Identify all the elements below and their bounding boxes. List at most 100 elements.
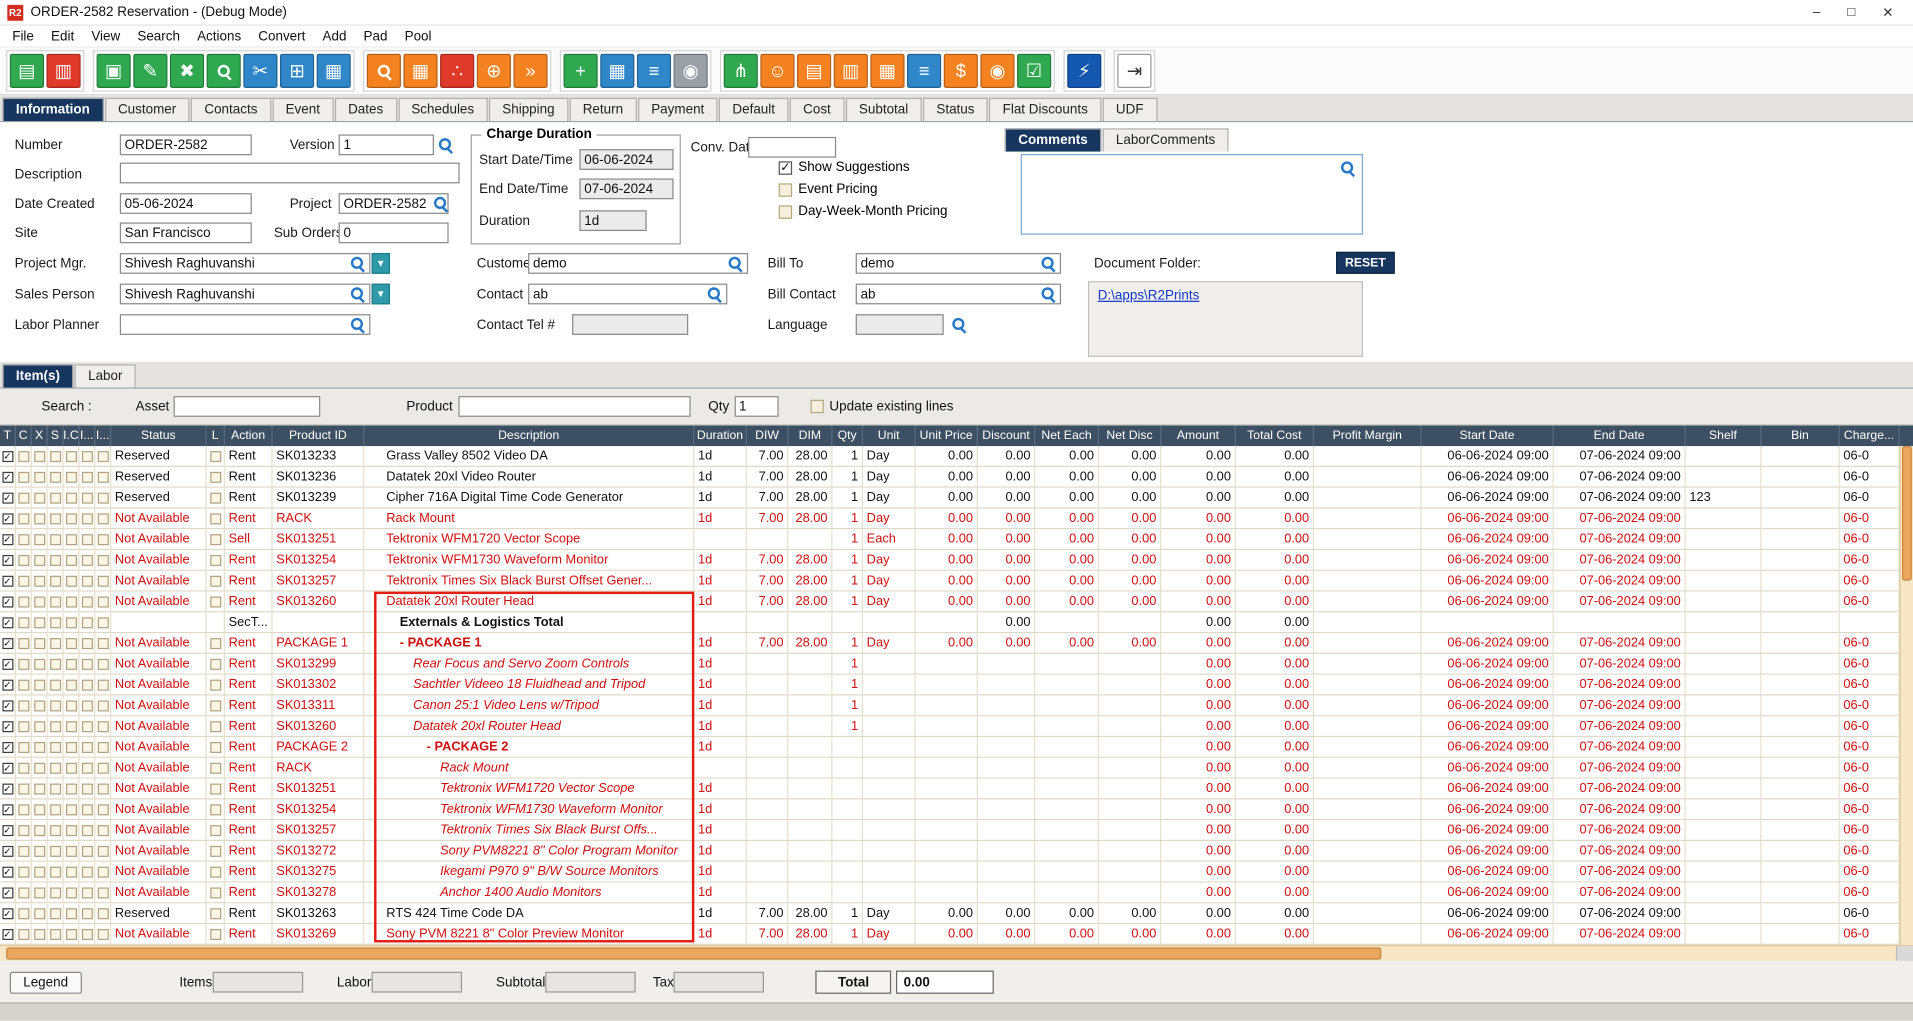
- row-checkbox[interactable]: ✓: [2, 679, 13, 690]
- row-checkbox[interactable]: [65, 700, 76, 711]
- column-header-product-id[interactable]: Product ID: [273, 425, 365, 446]
- row-checkbox[interactable]: [34, 762, 45, 773]
- row-checkbox[interactable]: [34, 804, 45, 815]
- row-checkbox[interactable]: [81, 908, 92, 919]
- table-row[interactable]: ✓Not AvailableRentSK013269Sony PVM 8221 …: [0, 924, 1913, 945]
- checkbox-event-pricing[interactable]: [779, 183, 792, 196]
- row-checkbox[interactable]: [81, 783, 92, 794]
- version-field[interactable]: 1: [339, 134, 434, 155]
- legend-button[interactable]: Legend: [10, 971, 82, 993]
- table-row[interactable]: ✓Not AvailableRentSK013278Anchor 1400 Au…: [0, 883, 1913, 904]
- row-checkbox[interactable]: [97, 908, 108, 919]
- tab-shipping[interactable]: Shipping: [489, 98, 568, 121]
- project-search-icon[interactable]: [433, 196, 449, 212]
- row-checkbox[interactable]: [50, 700, 61, 711]
- row-checkbox[interactable]: [97, 804, 108, 815]
- option-show-suggestions[interactable]: ✓Show Suggestions: [779, 159, 948, 176]
- row-checkbox[interactable]: [50, 908, 61, 919]
- row-checkbox[interactable]: [65, 783, 76, 794]
- row-checkbox[interactable]: [97, 928, 108, 939]
- row-checkbox[interactable]: [34, 554, 45, 565]
- column-header-qty[interactable]: Qty: [832, 425, 863, 446]
- qty-input[interactable]: 1: [734, 396, 778, 417]
- row-checkbox[interactable]: [18, 471, 29, 482]
- column-header-i[interactable]: I...: [95, 425, 111, 446]
- column-header-net-disc[interactable]: Net Disc: [1099, 425, 1161, 446]
- tab-laborcomments[interactable]: LaborComments: [1102, 128, 1228, 151]
- language-field[interactable]: [856, 314, 944, 335]
- column-header-net-each[interactable]: Net Each: [1035, 425, 1099, 446]
- row-checkbox[interactable]: [34, 658, 45, 669]
- row-checkbox[interactable]: [97, 575, 108, 586]
- row-checkbox[interactable]: [50, 783, 61, 794]
- row-checkbox[interactable]: [18, 554, 29, 565]
- row-checkbox[interactable]: [50, 492, 61, 503]
- row-checkbox[interactable]: [65, 804, 76, 815]
- row-checkbox[interactable]: [34, 492, 45, 503]
- print-icon[interactable]: ▥: [46, 54, 80, 88]
- row-checkbox[interactable]: [81, 845, 92, 856]
- row-checkbox[interactable]: [210, 741, 221, 752]
- row-checkbox[interactable]: [34, 513, 45, 524]
- row-checkbox[interactable]: [210, 679, 221, 690]
- row-checkbox[interactable]: ✓: [2, 534, 13, 545]
- row-checkbox[interactable]: [210, 700, 221, 711]
- row-checkbox[interactable]: [50, 866, 61, 877]
- row-checkbox[interactable]: [18, 845, 29, 856]
- checklist-icon[interactable]: ☑: [1017, 54, 1051, 88]
- sales-person-dropdown-icon[interactable]: ▼: [372, 284, 390, 305]
- row-checkbox[interactable]: [65, 928, 76, 939]
- find-product-icon[interactable]: [367, 54, 401, 88]
- row-checkbox[interactable]: [50, 741, 61, 752]
- row-checkbox[interactable]: ✓: [2, 700, 13, 711]
- comments-textarea[interactable]: [1021, 154, 1363, 235]
- row-checkbox[interactable]: [97, 492, 108, 503]
- row-checkbox[interactable]: [34, 845, 45, 856]
- vertical-scrollbar-thumb[interactable]: [1902, 446, 1912, 580]
- maximize-icon[interactable]: □: [1847, 4, 1855, 20]
- row-checkbox[interactable]: [81, 741, 92, 752]
- row-checkbox[interactable]: [97, 721, 108, 732]
- project-mgr-field[interactable]: Shivesh Raghuvanshi: [120, 253, 371, 274]
- memo-icon[interactable]: ▥: [834, 54, 868, 88]
- row-checkbox[interactable]: [81, 658, 92, 669]
- grid-view-icon[interactable]: ▦: [600, 54, 634, 88]
- row-checkbox[interactable]: [34, 887, 45, 898]
- row-checkbox[interactable]: [210, 658, 221, 669]
- row-checkbox[interactable]: ✓: [2, 471, 13, 482]
- tab-contacts[interactable]: Contacts: [191, 98, 271, 121]
- tab-udf[interactable]: UDF: [1102, 98, 1157, 121]
- labor-planner-search-icon[interactable]: [350, 317, 366, 333]
- column-header-amount[interactable]: Amount: [1161, 425, 1236, 446]
- row-checkbox[interactable]: [34, 700, 45, 711]
- billing-icon[interactable]: $: [944, 54, 978, 88]
- table-row[interactable]: ✓ReservedRentSK013239Cipher 716A Digital…: [0, 488, 1913, 509]
- row-checkbox[interactable]: [65, 450, 76, 461]
- row-checkbox[interactable]: [97, 783, 108, 794]
- row-checkbox[interactable]: ✓: [2, 617, 13, 628]
- row-checkbox[interactable]: [81, 471, 92, 482]
- bill-to-search-icon[interactable]: [1040, 255, 1056, 271]
- row-checkbox[interactable]: [97, 534, 108, 545]
- row-checkbox[interactable]: [50, 721, 61, 732]
- row-checkbox[interactable]: [50, 679, 61, 690]
- row-checkbox[interactable]: [34, 617, 45, 628]
- row-checkbox[interactable]: [18, 887, 29, 898]
- row-checkbox[interactable]: ✓: [2, 804, 13, 815]
- column-header-total-cost[interactable]: Total Cost: [1236, 425, 1314, 446]
- tab-flat-discounts[interactable]: Flat Discounts: [989, 98, 1101, 121]
- column-header-duration[interactable]: Duration: [694, 425, 747, 446]
- photo-icon[interactable]: ◉: [980, 54, 1014, 88]
- bill-contact-search-icon[interactable]: [1040, 286, 1056, 302]
- row-checkbox[interactable]: [97, 700, 108, 711]
- site-field[interactable]: San Francisco: [120, 222, 252, 243]
- customer-field[interactable]: demo: [528, 253, 748, 274]
- menu-search[interactable]: Search: [129, 29, 189, 44]
- row-checkbox[interactable]: [81, 825, 92, 836]
- row-checkbox[interactable]: [18, 762, 29, 773]
- checkbox-day-week-month-pricing[interactable]: [779, 205, 792, 218]
- option-day-week-month-pricing[interactable]: Day-Week-Month Pricing: [779, 203, 948, 220]
- project-mgr-search-icon[interactable]: [350, 255, 366, 271]
- row-checkbox[interactable]: [81, 492, 92, 503]
- option-event-pricing[interactable]: Event Pricing: [779, 181, 948, 198]
